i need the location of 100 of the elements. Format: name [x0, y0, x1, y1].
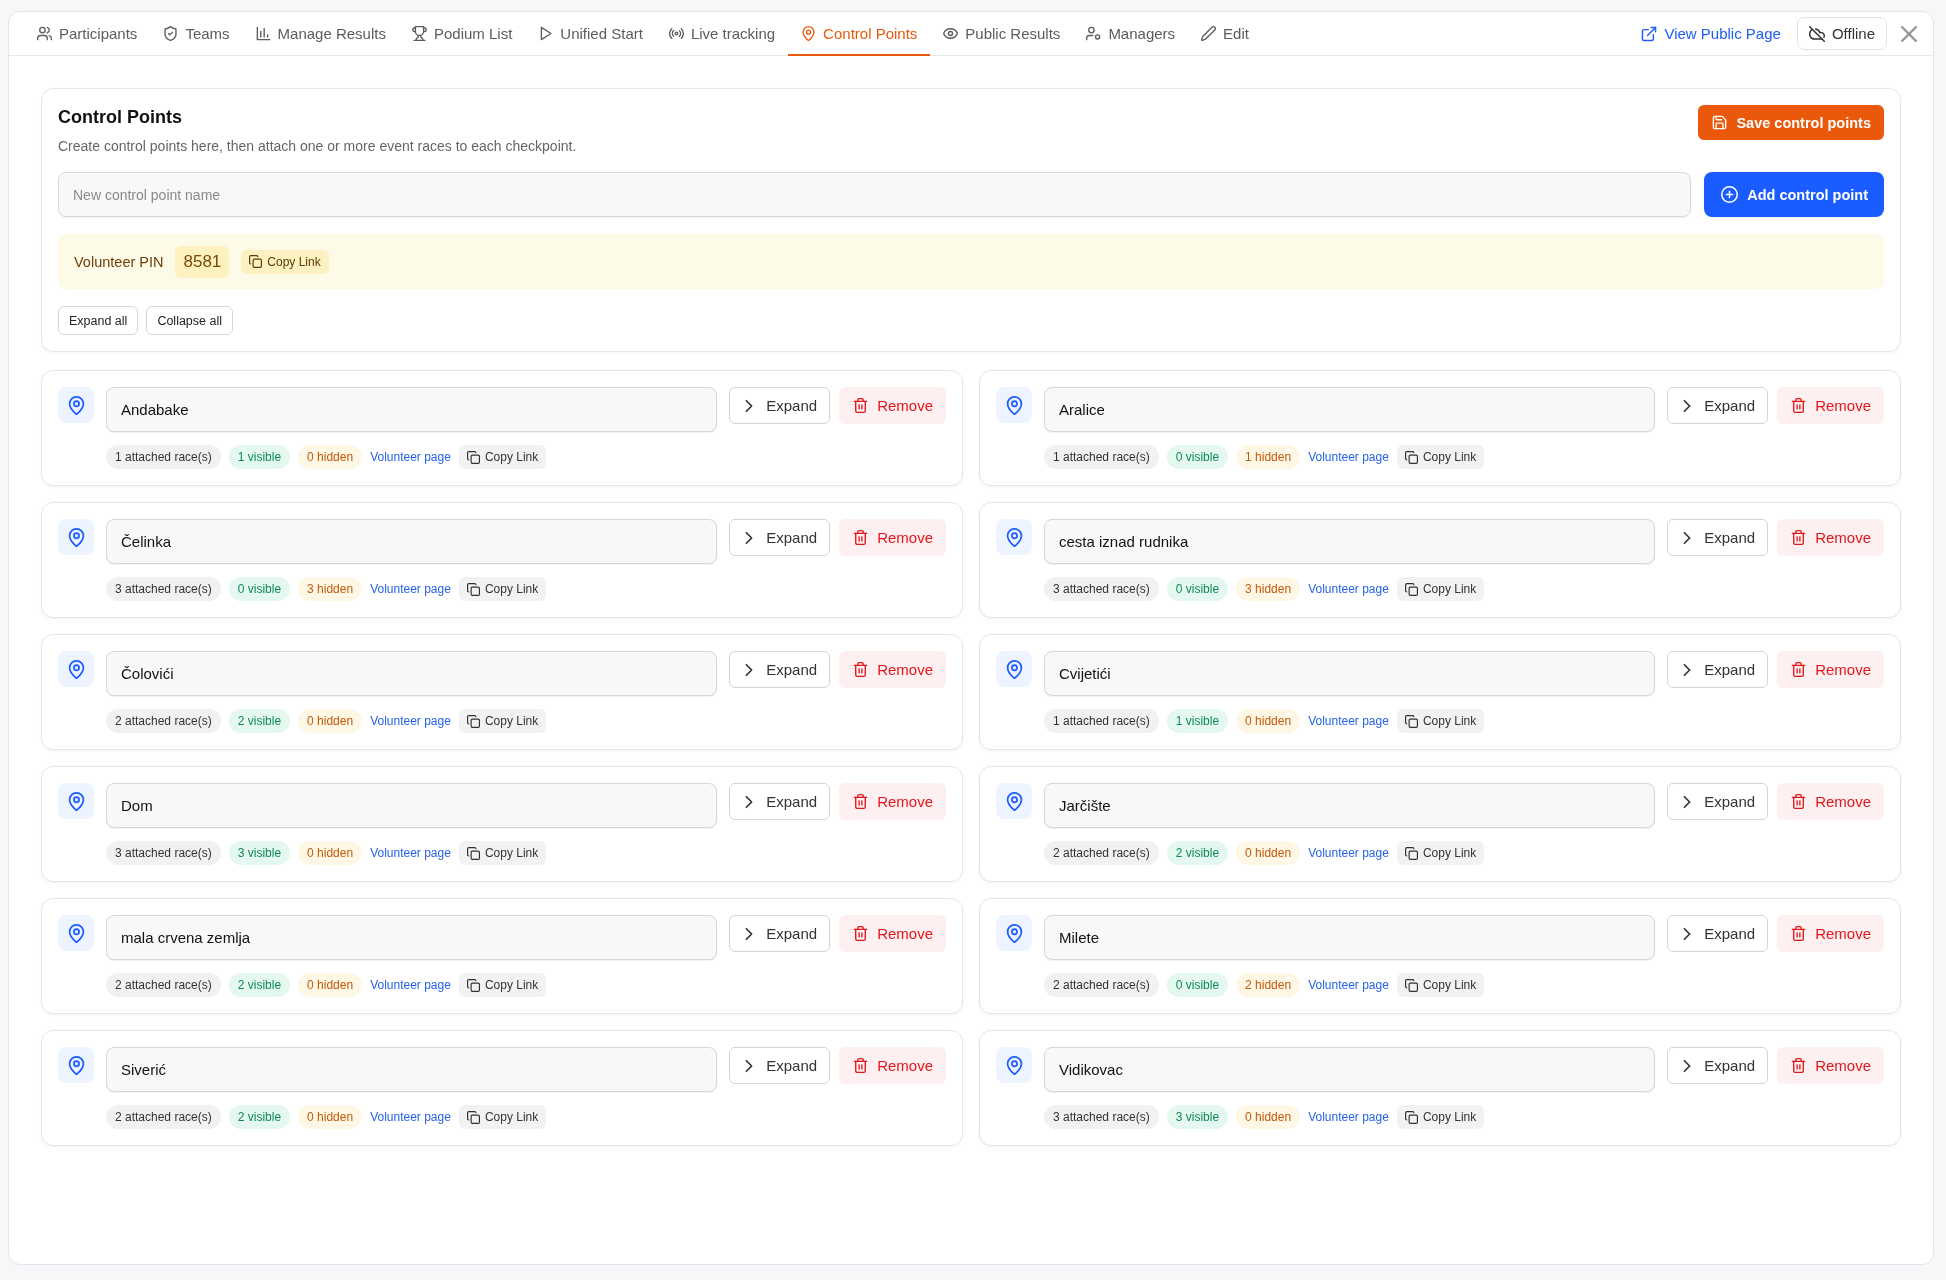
remove-button[interactable]: Remove — [1777, 387, 1884, 424]
expand-button[interactable]: Expand — [729, 519, 831, 556]
remove-button[interactable]: Remove — [1777, 783, 1884, 820]
attached-races-tag: 1 attached race(s) — [106, 445, 221, 469]
nav-tab[interactable]: Podium List — [398, 12, 526, 56]
remove-button[interactable]: Remove — [839, 783, 946, 820]
volunteer-page-link[interactable]: Volunteer page — [370, 582, 451, 596]
attached-races-tag: 3 attached race(s) — [1044, 577, 1159, 601]
name-field[interactable]: Andabake — [106, 387, 718, 432]
expand-button[interactable]: Expand — [729, 651, 831, 688]
expand-button[interactable]: Expand — [729, 387, 831, 424]
nav-tab[interactable]: Public Results — [930, 12, 1074, 56]
volunteer-page-link[interactable]: Volunteer page — [370, 846, 451, 860]
copy-icon — [1404, 978, 1418, 992]
remove-button[interactable]: Remove — [839, 651, 946, 688]
copy-link-button[interactable]: Copy Link — [458, 709, 547, 733]
copy-link-button[interactable]: Copy Link — [458, 973, 547, 997]
nav-tab[interactable]: Managers — [1073, 12, 1189, 56]
save-button[interactable]: Save control points — [1698, 105, 1884, 140]
remove-button[interactable]: Remove — [1777, 651, 1884, 688]
nav-tab[interactable]: Unified Start — [525, 12, 656, 56]
expand-button[interactable]: Expand — [729, 1047, 831, 1084]
name-field[interactable]: Siverić — [106, 1047, 718, 1092]
attached-races-tag: 3 attached race(s) — [106, 577, 221, 601]
copy-link-button[interactable]: Copy Link — [1396, 709, 1485, 733]
hidden-count-tag: 0 hidden — [298, 445, 363, 469]
volunteer-page-link[interactable]: Volunteer page — [370, 978, 451, 992]
remove-button[interactable]: Remove — [1777, 915, 1884, 952]
name-field[interactable]: Milete — [1044, 915, 1656, 960]
name-field[interactable]: Cvijetići — [1044, 651, 1656, 696]
copy-icon — [466, 846, 480, 860]
nav-tab[interactable]: Teams — [150, 12, 243, 56]
volunteer-page-link[interactable]: Volunteer page — [1308, 846, 1389, 860]
map-pin-icon — [996, 783, 1032, 819]
plus-circle-icon — [1721, 186, 1739, 203]
volunteer-page-link[interactable]: Volunteer page — [370, 1110, 451, 1124]
name-field[interactable]: Čelinka — [106, 519, 718, 564]
copy-link-button[interactable]: Copy Link — [241, 249, 329, 274]
copy-link-button[interactable]: Copy Link — [458, 1105, 547, 1129]
expand-button[interactable]: Expand — [729, 783, 831, 820]
expand-all-button[interactable]: Expand all — [58, 306, 139, 335]
copy-icon — [1404, 714, 1418, 728]
copy-link-button[interactable]: Copy Link — [1396, 973, 1485, 997]
volunteer-page-link[interactable]: Volunteer page — [1308, 1110, 1389, 1124]
expand-button[interactable]: Expand — [1667, 519, 1769, 556]
expand-button[interactable]: Expand — [1667, 915, 1769, 952]
name-field[interactable]: Dom — [106, 783, 718, 828]
offline-button[interactable]: Offline — [1796, 17, 1887, 50]
copy-link-button[interactable]: Copy Link — [458, 841, 547, 865]
volunteer-page-link[interactable]: Volunteer page — [1308, 582, 1389, 596]
expand-button[interactable]: Expand — [1667, 651, 1769, 688]
nav-tab[interactable]: Live tracking — [655, 12, 789, 56]
expand-button[interactable]: Expand — [1667, 1047, 1769, 1084]
expand-button[interactable]: Expand — [1667, 783, 1769, 820]
copy-link-button[interactable]: Copy Link — [458, 445, 547, 469]
remove-button[interactable]: Remove — [839, 1047, 946, 1084]
copy-link-button[interactable]: Copy Link — [1396, 1105, 1485, 1129]
map-pin-icon — [58, 783, 94, 819]
name-field[interactable]: Čolovići — [106, 651, 718, 696]
visible-count-tag: 0 visible — [1166, 973, 1229, 997]
close-icon[interactable] — [1901, 25, 1917, 42]
name-field[interactable]: Vidikovac — [1044, 1047, 1656, 1092]
copy-link-button[interactable]: Copy Link — [1396, 445, 1485, 469]
remove-button[interactable]: Remove — [1777, 1047, 1884, 1084]
copy-link-button[interactable]: Copy Link — [1396, 841, 1485, 865]
hidden-count-tag: 0 hidden — [1236, 841, 1301, 865]
nav-tab[interactable]: Participants — [24, 12, 151, 56]
trash-icon — [1791, 926, 1807, 941]
nav-tab[interactable]: Manage Results — [242, 12, 399, 56]
remove-button[interactable]: Remove — [1777, 519, 1884, 556]
hidden-count-tag: 0 hidden — [298, 1105, 363, 1129]
copy-link-button[interactable]: Copy Link — [1396, 577, 1485, 601]
add-control-point-button[interactable]: Add control point — [1704, 172, 1884, 217]
nav-tab[interactable]: Edit — [1188, 12, 1262, 56]
map-pin-icon — [996, 651, 1032, 687]
hidden-count-tag: 3 hidden — [1236, 577, 1301, 601]
copy-link-button[interactable]: Copy Link — [458, 577, 547, 601]
expand-button[interactable]: Expand — [1667, 387, 1769, 424]
new-name-field[interactable]: New control point name — [58, 172, 1692, 217]
remove-button[interactable]: Remove — [839, 387, 946, 424]
remove-button[interactable]: Remove — [839, 915, 946, 952]
volunteer-page-link[interactable]: Volunteer page — [1308, 714, 1389, 728]
view-public-page-link[interactable]: View Public Page — [1641, 25, 1781, 42]
name-field[interactable]: Jarčište — [1044, 783, 1656, 828]
name-field[interactable]: cesta iznad rudnika — [1044, 519, 1656, 564]
attached-races-tag: 3 attached race(s) — [1044, 1105, 1159, 1129]
volunteer-page-link[interactable]: Volunteer page — [1308, 450, 1389, 464]
remove-button[interactable]: Remove — [839, 519, 946, 556]
visible-count-tag: 3 visible — [1166, 1105, 1229, 1129]
collapse-all-button[interactable]: Collapse all — [146, 306, 233, 335]
volunteer-page-link[interactable]: Volunteer page — [370, 450, 451, 464]
volunteer-page-link[interactable]: Volunteer page — [370, 714, 451, 728]
name-field[interactable]: Aralice — [1044, 387, 1656, 432]
nav-tab[interactable]: Control Points — [788, 12, 931, 56]
name-field[interactable]: mala crvena zemlja — [106, 915, 718, 960]
visible-count-tag: 1 visible — [1166, 709, 1229, 733]
trash-icon — [1791, 662, 1807, 677]
map-pin-icon — [58, 915, 94, 951]
expand-button[interactable]: Expand — [729, 915, 831, 952]
volunteer-page-link[interactable]: Volunteer page — [1308, 978, 1389, 992]
